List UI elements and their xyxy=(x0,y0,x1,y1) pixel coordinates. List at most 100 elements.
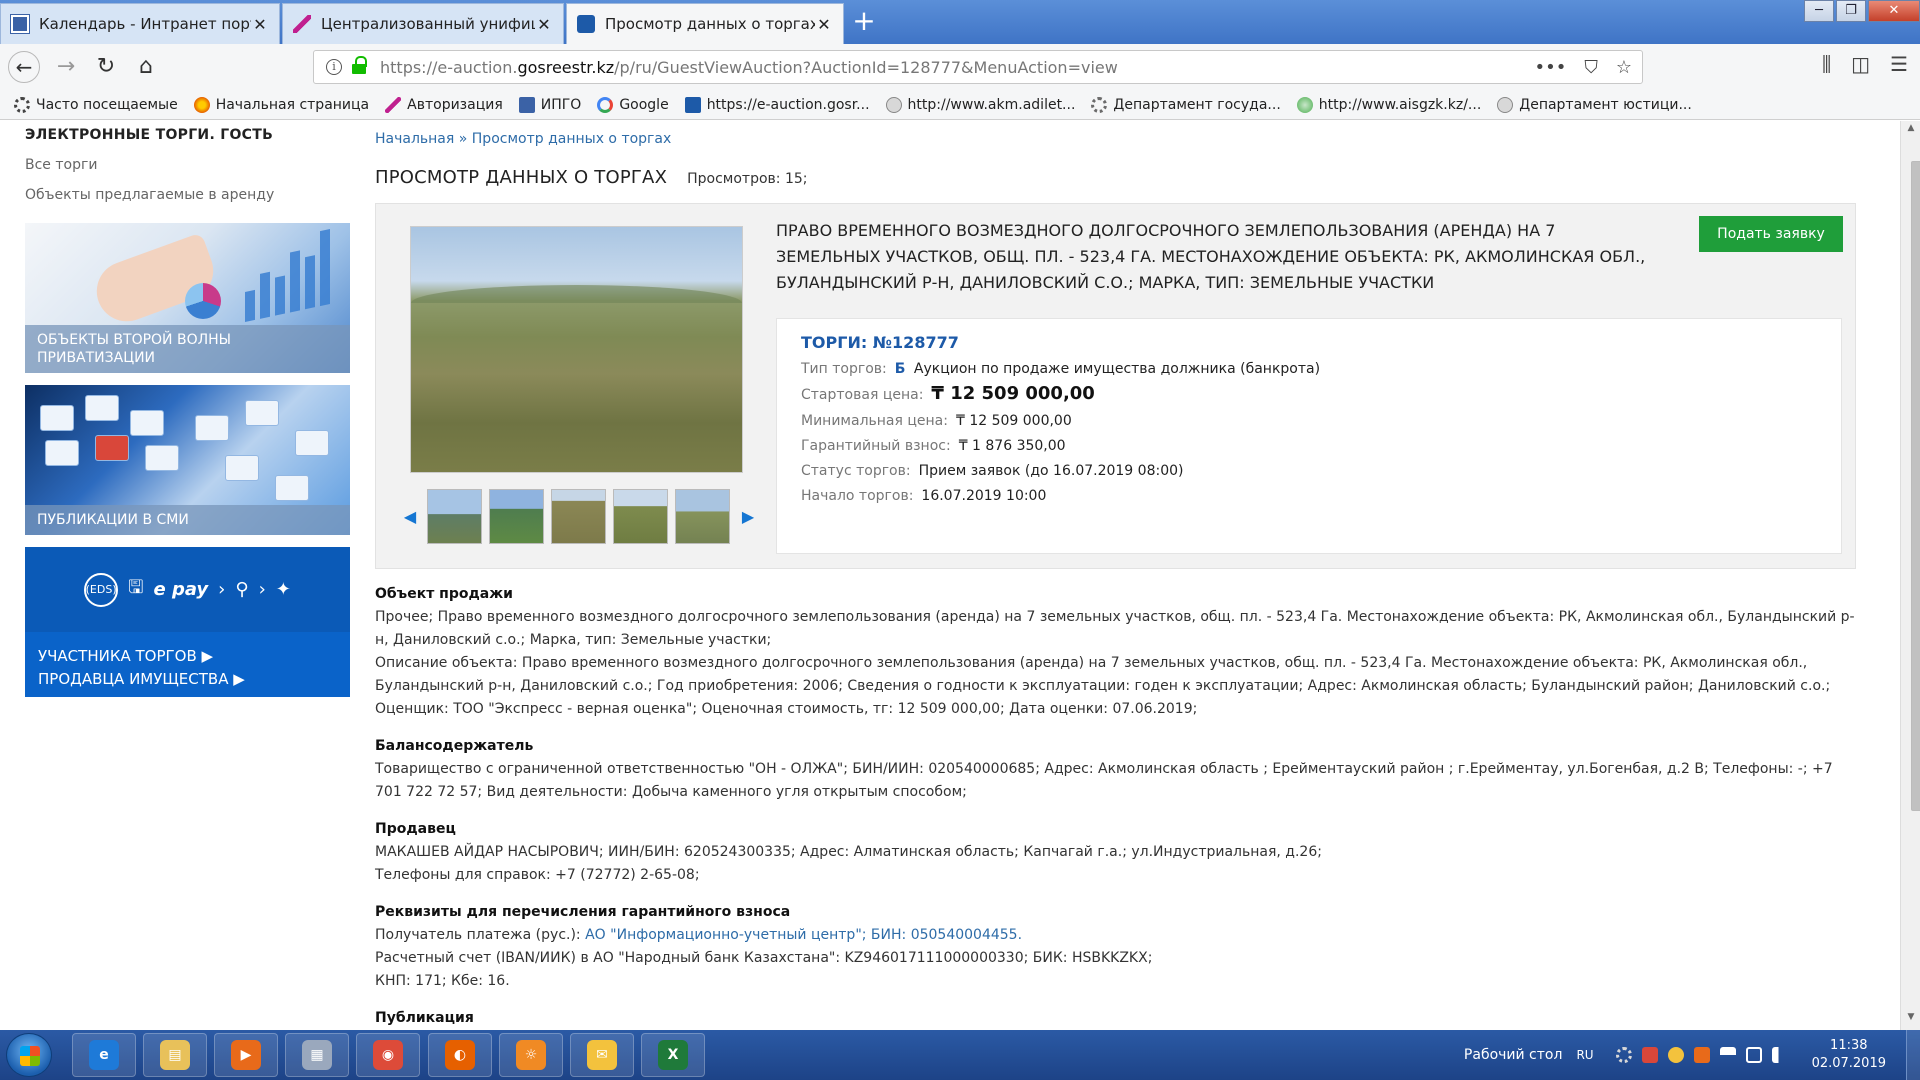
status-row: Статус торгов: Прием заявок (до 16.07.201… xyxy=(801,463,1184,479)
participant-link[interactable]: УЧАСТНИКА ТОРГОВ ▶ xyxy=(38,645,245,668)
media-tile xyxy=(275,475,309,501)
prev-arrow-icon[interactable]: ◀ xyxy=(400,507,420,526)
volume-tray-icon[interactable] xyxy=(1771,1047,1788,1063)
close-icon[interactable]: ✕ xyxy=(535,15,553,34)
browser-tab-bar: Календарь - Интранет портал ✕ Централизо… xyxy=(0,0,1920,44)
section-heading: Продавец xyxy=(375,821,456,837)
scrollbar-thumb[interactable] xyxy=(1911,161,1920,811)
section-publication: Публикация xyxy=(375,1007,1855,1030)
close-icon[interactable]: ✕ xyxy=(815,15,833,34)
lock-icon[interactable] xyxy=(352,56,367,74)
winner-icon: ✦ xyxy=(275,579,291,600)
library-icon[interactable]: ⫼ xyxy=(1822,52,1831,76)
tab-calendar[interactable]: Календарь - Интранет портал ✕ xyxy=(0,3,280,44)
bookmark-dept-justice[interactable]: Департамент юстици... xyxy=(1497,96,1692,113)
media-player-icon: ▶ xyxy=(231,1040,261,1070)
forward-button[interactable]: → xyxy=(50,51,82,83)
language-indicator[interactable]: RU xyxy=(1576,1048,1593,1062)
info-icon[interactable]: i xyxy=(326,59,342,75)
ie-icon: e xyxy=(89,1040,119,1070)
recipient-link[interactable]: АО "Информационно-учетный центр"; БИН: 0… xyxy=(585,927,1022,943)
banner-privatization[interactable]: ОБЪЕКТЫ ВТОРОЙ ВОЛНЫ ПРИВАТИЗАЦИИ xyxy=(25,223,350,373)
speaker-muted-tray-icon[interactable] xyxy=(1693,1047,1710,1063)
recipient-row: Получатель платежа (рус.): АО "Информаци… xyxy=(375,927,1023,943)
banner-media-publications[interactable]: ПУБЛИКАЦИИ В СМИ xyxy=(25,385,350,535)
bookmark-e-auction[interactable]: https://e-auction.gosr... xyxy=(684,96,870,113)
bookmark-star-icon[interactable]: ☆ xyxy=(1616,57,1632,78)
page-scrollbar[interactable]: ▲ ▼ xyxy=(1900,121,1920,1030)
minimize-button[interactable]: ─ xyxy=(1804,0,1834,22)
address-bar[interactable]: i https://e-auction.gosreestr.kz/p/ru/Gu… xyxy=(313,50,1643,84)
network-tray-icon[interactable] xyxy=(1745,1047,1762,1063)
breadcrumb[interactable]: Начальная » Просмотр данных о торгах xyxy=(375,131,1855,147)
window-close-button[interactable]: ✕ xyxy=(1868,0,1920,22)
reload-button[interactable]: ↻ xyxy=(90,51,122,83)
tab-centralized[interactable]: Централизованный унифицированный ✕ xyxy=(282,3,564,44)
auction-type-code: Б xyxy=(894,361,906,377)
object-text: Прочее; Право временного возмездного дол… xyxy=(375,609,1855,648)
bookmark-authorization[interactable]: Авторизация xyxy=(385,96,503,113)
sidebar-link-all-auctions[interactable]: Все торги xyxy=(25,157,350,173)
antivirus-tray-icon[interactable] xyxy=(1641,1047,1658,1063)
taskbar-app-media-player[interactable]: ▶ xyxy=(214,1033,278,1077)
home-button[interactable]: ⌂ xyxy=(130,51,162,83)
taskbar-app-excel[interactable]: X xyxy=(641,1033,705,1077)
seller-link[interactable]: ПРОДАВЦА ИМУЩЕСТВА ▶ xyxy=(38,668,245,691)
clock[interactable]: 11:38 02.07.2019 xyxy=(1812,1037,1886,1073)
taskbar-app-calculator[interactable]: ▦ xyxy=(285,1033,349,1077)
lot-main-photo[interactable] xyxy=(410,226,743,473)
start-button[interactable] xyxy=(6,1033,52,1077)
usb-key-icon: 🖫 xyxy=(128,576,144,598)
media-tile xyxy=(245,400,279,426)
desktop-toolbar-label[interactable]: Рабочий стол xyxy=(1464,1047,1563,1063)
thumbnail[interactable] xyxy=(489,489,544,544)
new-tab-button[interactable]: + xyxy=(848,6,880,40)
page-actions-icon[interactable]: ••• xyxy=(1535,57,1567,78)
pocket-icon[interactable]: ⛉ xyxy=(1584,57,1598,78)
object-description: Описание объекта: Право временного возме… xyxy=(375,655,1831,717)
close-icon[interactable]: ✕ xyxy=(251,15,269,34)
menu-icon[interactable]: ☰ xyxy=(1890,52,1908,76)
scroll-down-icon[interactable]: ▼ xyxy=(1901,1012,1920,1028)
taskbar-app-app-orange[interactable]: ☼ xyxy=(499,1033,563,1077)
show-desktop-button[interactable] xyxy=(1906,1030,1920,1080)
bookmark-most-visited[interactable]: Часто посещаемые xyxy=(14,96,178,113)
url-text[interactable]: https://e-auction.gosreestr.kz/p/ru/Gues… xyxy=(380,58,1535,77)
scroll-up-icon[interactable]: ▲ xyxy=(1901,123,1920,139)
page-content: ЭЛЕКТРОННЫЕ ТОРГИ. ГОСТЬ Все торги Объек… xyxy=(0,121,1900,1030)
bookmark-ipgo[interactable]: ИПГО xyxy=(518,96,581,113)
taskbar-app-mail[interactable]: ✉ xyxy=(570,1033,634,1077)
bookmark-google[interactable]: Google xyxy=(597,96,669,113)
sidebar-link-rent-objects[interactable]: Объекты предлагаемые в аренду xyxy=(25,187,350,203)
taskbar-app-ie[interactable]: e xyxy=(72,1033,136,1077)
bookmark-start-page[interactable]: Начальная страница xyxy=(193,96,369,113)
thumbnail[interactable] xyxy=(551,489,606,544)
thumbnail[interactable] xyxy=(427,489,482,544)
sidebar-toggle-icon[interactable]: ◫ xyxy=(1851,52,1870,76)
taskbar-app-chrome[interactable]: ◉ xyxy=(356,1033,420,1077)
mail-icon: ✉ xyxy=(587,1040,617,1070)
flag-tray-icon[interactable] xyxy=(1719,1047,1736,1063)
thumbnail[interactable] xyxy=(675,489,730,544)
section-heading: Реквизиты для перечисления гарантийного … xyxy=(375,904,791,920)
apply-button[interactable]: Подать заявку xyxy=(1699,216,1843,252)
taskbar-app-firefox[interactable]: ◐ xyxy=(428,1033,492,1077)
settings-tray-icon[interactable] xyxy=(1615,1047,1632,1063)
tab-auction-view[interactable]: Просмотр данных о торгах ✕ xyxy=(566,3,844,44)
bookmark-dept-state[interactable]: Департамент госуда... xyxy=(1091,96,1281,113)
holder-text: Товарищество с ограниченной ответственно… xyxy=(375,761,1833,800)
auction-number: ТОРГИ: №128777 xyxy=(801,333,959,352)
update-tray-icon[interactable] xyxy=(1667,1047,1684,1063)
next-arrow-icon[interactable]: ▶ xyxy=(738,507,758,526)
section-requisites: Реквизиты для перечисления гарантийного … xyxy=(375,901,1855,993)
bookmark-aisgzk[interactable]: http://www.aisgzk.kz/... xyxy=(1296,96,1481,113)
bookmark-akm-adilet[interactable]: http://www.akm.adilet... xyxy=(885,96,1075,113)
banner-caption: ОБЪЕКТЫ ВТОРОЙ ВОЛНЫ ПРИВАТИЗАЦИИ xyxy=(25,325,350,373)
taskbar-app-explorer[interactable]: ▤ xyxy=(143,1033,207,1077)
emblem-icon xyxy=(1497,96,1514,113)
maximize-button[interactable]: ❐ xyxy=(1836,0,1866,22)
window-controls: ─ ❐ ✕ xyxy=(1802,0,1920,24)
thumbnail[interactable] xyxy=(613,489,668,544)
gear-icon xyxy=(14,96,30,113)
back-button[interactable]: ← xyxy=(8,51,40,83)
